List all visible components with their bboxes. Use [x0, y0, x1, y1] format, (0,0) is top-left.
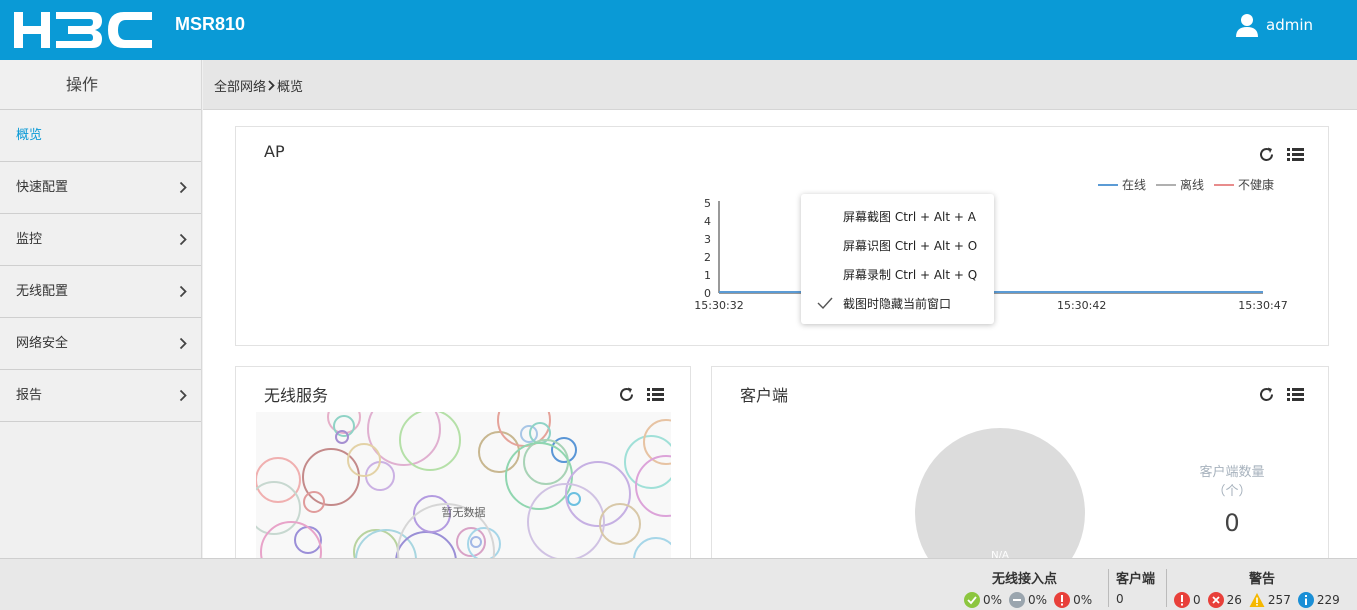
checkmark-icon: [817, 297, 833, 309]
sidebar: 操作 概览 快速配置 监控 无线配置 网络安全 报告: [0, 60, 202, 558]
client-count-box: 客户端数量 （个） 0: [1182, 463, 1282, 537]
refresh-icon[interactable]: [618, 386, 635, 403]
alarm-warning-stat[interactable]: 257: [1249, 592, 1291, 608]
chevron-right-icon: [179, 285, 187, 298]
panel-title: AP: [264, 142, 285, 161]
pie-empty-slice: [915, 428, 1085, 565]
panel-tools: [606, 386, 664, 403]
client-count-label: 客户端数量: [1199, 465, 1265, 480]
user-menu[interactable]: admin: [1234, 12, 1313, 38]
sidebar-title: 操作: [0, 60, 201, 110]
warning-triangle-icon: [1249, 593, 1265, 607]
sidebar-item-label: 报告: [16, 388, 43, 403]
x-tick-label: 15:30:42: [1057, 299, 1106, 312]
footer-ap-group: 无线接入点 0% 0% 0%: [962, 559, 1108, 610]
ap-offline-stat[interactable]: 0%: [1009, 592, 1047, 608]
y-tick-label: 5: [704, 197, 711, 210]
ctx-item-screenshot[interactable]: 屏幕截图 Ctrl + Alt + A: [843, 208, 976, 225]
check-circle-icon: [964, 592, 980, 608]
sidebar-item-monitor[interactable]: 监控: [0, 214, 201, 266]
panel-title: 无线服务: [264, 386, 329, 405]
wireless-service-panel: 无线服务 暂无数据: [235, 366, 691, 572]
list-menu-icon[interactable]: [1287, 386, 1304, 403]
ctx-item-screen-record[interactable]: 屏幕录制 Ctrl + Alt + Q: [843, 266, 977, 283]
breadcrumb: 全部网络 概览: [214, 76, 303, 95]
y-tick-label: 3: [704, 233, 711, 246]
alarm-major-stat[interactable]: 26: [1207, 592, 1242, 608]
breadcrumb-bar: 全部网络 概览: [203, 60, 1357, 110]
sidebar-item-network-security[interactable]: 网络安全: [0, 318, 201, 370]
panel-title: 客户端: [740, 386, 789, 405]
status-footer: 无线接入点 0% 0% 0% 客户端 0 警告 0 26 257 229: [0, 558, 1357, 610]
chevron-right-icon: [179, 389, 187, 402]
refresh-icon[interactable]: [1258, 386, 1275, 403]
footer-client-count[interactable]: 0: [1116, 592, 1124, 606]
ctx-item-image-recognition[interactable]: 屏幕识图 Ctrl + Alt + O: [843, 237, 977, 254]
chevron-right-icon: [179, 337, 187, 350]
y-tick-label: 2: [704, 251, 711, 264]
chevron-right-icon: [268, 80, 275, 91]
h3c-logo: [14, 12, 152, 48]
client-panel: 客户端 N/A 客户端数量 （个） 0: [711, 366, 1329, 566]
client-pie-chart: N/A: [915, 428, 1085, 565]
main-content: AP 在线 离线 不健康 0 1 2 3 4 5 15:30:32 15:30:42 15:30…: [203, 110, 1357, 572]
sidebar-item-wireless-config[interactable]: 无线配置: [0, 266, 201, 318]
sidebar-item-report[interactable]: 报告: [0, 370, 201, 422]
list-menu-icon[interactable]: [647, 386, 664, 403]
sidebar-item-label: 无线配置: [16, 284, 69, 299]
footer-alarm-title: 警告: [1249, 572, 1276, 587]
breadcrumb-root-link[interactable]: 全部网络: [214, 76, 266, 95]
sidebar-item-quick-config[interactable]: 快速配置: [0, 162, 201, 214]
x-circle-icon: [1207, 592, 1224, 608]
device-model: MSR810: [175, 14, 246, 34]
ap-online-stat[interactable]: 0%: [964, 592, 1002, 608]
sidebar-item-label: 网络安全: [16, 336, 69, 351]
empty-state-illustration: 暂无数据: [256, 412, 671, 572]
chevron-right-icon: [179, 181, 187, 194]
sidebar-item-label: 快速配置: [16, 180, 69, 195]
alarm-critical-stat[interactable]: 0: [1174, 592, 1201, 608]
breadcrumb-current: 概览: [277, 80, 304, 95]
panel-tools: [1246, 146, 1304, 163]
sidebar-item-label: 监控: [16, 232, 43, 247]
client-count-value: 0: [1224, 509, 1240, 537]
chevron-right-icon: [179, 233, 187, 246]
context-menu: 屏幕截图 Ctrl + Alt + A 屏幕识图 Ctrl + Alt + O …: [801, 194, 994, 324]
y-tick-label: 1: [704, 269, 711, 282]
sidebar-item-label: 概览: [16, 128, 43, 143]
top-header: MSR810 admin: [0, 0, 1357, 60]
bubbles-decoration: [256, 412, 671, 572]
alarm-info-stat[interactable]: 229: [1297, 592, 1340, 608]
no-data-text: 暂无数据: [441, 506, 486, 519]
ap-fault-stat[interactable]: 0%: [1054, 592, 1092, 608]
x-tick-label: 15:30:32: [694, 299, 743, 312]
footer-client-title: 客户端: [1116, 572, 1156, 587]
user-icon: [1236, 14, 1258, 37]
ap-panel: AP 在线 离线 不健康 0 1 2 3 4 5 15:30:32 15:30:42 15:30…: [235, 126, 1329, 346]
y-tick-label: 4: [704, 215, 711, 228]
refresh-icon[interactable]: [1258, 146, 1275, 163]
minus-circle-icon: [1009, 592, 1026, 608]
x-tick-label: 15:30:47: [1238, 299, 1287, 312]
footer-alarm-group: 警告 0 26 257 229: [1168, 559, 1357, 610]
exclamation-circle-icon: [1174, 592, 1190, 608]
ctx-item-hide-window[interactable]: 截图时隐藏当前窗口: [843, 295, 951, 312]
panel-tools: [1246, 386, 1304, 403]
sidebar-item-overview[interactable]: 概览: [0, 110, 201, 162]
info-circle-icon: [1297, 592, 1314, 608]
footer-client-group: 客户端 0: [1110, 559, 1165, 610]
footer-ap-title: 无线接入点: [992, 572, 1058, 587]
exclamation-circle-icon: [1054, 592, 1071, 608]
client-count-unit: （个）: [1212, 484, 1252, 499]
list-menu-icon[interactable]: [1287, 146, 1304, 163]
username: admin: [1266, 16, 1313, 34]
